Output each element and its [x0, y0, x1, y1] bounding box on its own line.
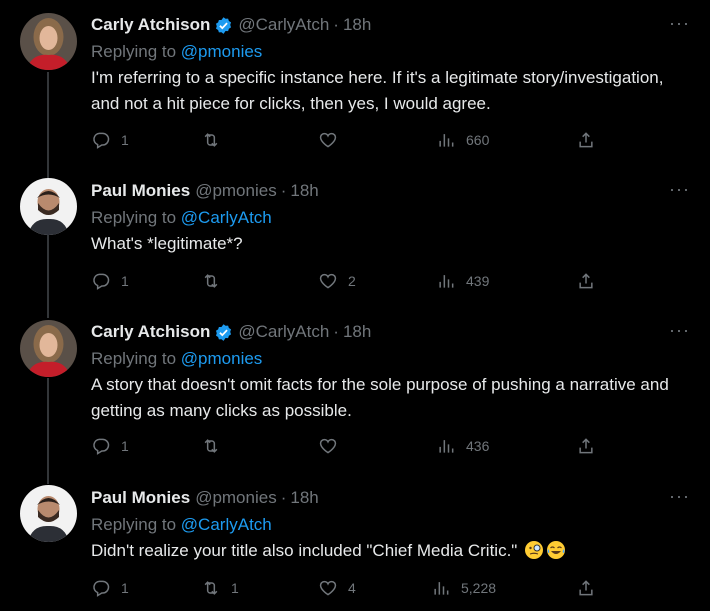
separator: ·	[280, 181, 287, 200]
avatar[interactable]	[20, 13, 77, 70]
like-button[interactable]: 2	[318, 271, 356, 291]
reply-button[interactable]: 1	[91, 436, 129, 456]
views-count: 436	[466, 438, 490, 454]
like-count: 2	[348, 273, 356, 289]
mention-link[interactable]: @CarlyAtch	[181, 208, 272, 227]
reply-count: 1	[121, 273, 129, 289]
views-button[interactable]: 660	[436, 130, 489, 150]
share-icon	[579, 273, 593, 289]
timestamp[interactable]: 18h	[343, 15, 371, 35]
reply-count: 1	[121, 438, 129, 454]
views-button[interactable]: 436	[436, 436, 489, 456]
handle[interactable]: @pmonies	[195, 181, 277, 201]
share-button[interactable]	[576, 130, 606, 150]
reply-button[interactable]: 1	[91, 578, 129, 598]
tweet-text: Didn't realize your title also included …	[91, 541, 518, 560]
handle[interactable]: @CarlyAtch	[238, 322, 329, 342]
tweet-text: What's *legitimate*?	[91, 234, 243, 253]
replying-to: Replying to @pmonies	[91, 40, 690, 64]
reply-button[interactable]: 1	[91, 271, 129, 291]
thread-line	[47, 378, 49, 484]
views-icon	[439, 275, 454, 288]
reply-icon	[93, 580, 110, 597]
share-icon	[579, 580, 593, 596]
tweet-text-container: Didn't realize your title also included …	[91, 538, 690, 564]
retweet-icon	[204, 274, 218, 288]
separator: ·	[280, 488, 287, 507]
retweet-button[interactable]	[201, 436, 231, 456]
reply-icon	[93, 273, 110, 290]
views-count: 5,228	[461, 580, 497, 596]
handle[interactable]: @pmonies	[195, 488, 277, 508]
monocle-face-emoji	[524, 540, 544, 560]
share-button[interactable]	[576, 271, 606, 291]
views-icon	[439, 440, 454, 453]
verified-badge-icon	[214, 323, 233, 342]
replying-to: Replying to @pmonies	[91, 347, 690, 371]
tweet-text: I'm referring to a specific instance her…	[91, 68, 664, 113]
like-button[interactable]	[318, 436, 348, 456]
share-button[interactable]	[576, 578, 606, 598]
retweet-button[interactable]	[201, 130, 231, 150]
tweet[interactable]: Carly Atchison @CarlyAtch · 18h ··· Repl…	[0, 0, 710, 180]
replying-to: Replying to @CarlyAtch	[91, 206, 690, 230]
share-button[interactable]	[576, 436, 606, 456]
views-count: 660	[466, 132, 490, 148]
reply-icon	[93, 132, 110, 149]
share-icon	[579, 438, 593, 454]
mention-link[interactable]: @pmonies	[181, 349, 263, 368]
share-icon	[579, 132, 593, 148]
like-icon	[319, 273, 337, 289]
replying-prefix: Replying to	[91, 349, 177, 368]
reply-count: 1	[121, 580, 129, 596]
replying-prefix: Replying to	[91, 208, 177, 227]
reply-icon	[93, 438, 110, 455]
mention-link[interactable]: @pmonies	[181, 42, 263, 61]
like-button[interactable]: 4	[318, 578, 356, 598]
like-button[interactable]	[318, 130, 348, 150]
views-icon	[439, 134, 454, 147]
timestamp[interactable]: 18h	[290, 488, 318, 508]
replying-prefix: Replying to	[91, 42, 177, 61]
more-options-icon[interactable]: ···	[669, 13, 690, 34]
views-button[interactable]: 439	[436, 271, 489, 291]
verified-badge-icon	[214, 16, 233, 35]
timestamp[interactable]: 18h	[343, 322, 371, 342]
timestamp[interactable]: 18h	[290, 181, 318, 201]
like-icon	[319, 580, 337, 596]
separator: ·	[333, 322, 339, 341]
views-button[interactable]: 5,228	[431, 578, 496, 598]
replying-to: Replying to @CarlyAtch	[91, 513, 690, 537]
tears-of-joy-emoji	[546, 540, 566, 560]
display-name[interactable]: Carly Atchison	[91, 322, 210, 342]
reply-button[interactable]: 1	[91, 130, 129, 150]
retweet-icon	[204, 133, 218, 147]
display-name[interactable]: Carly Atchison	[91, 15, 210, 35]
mention-link[interactable]: @CarlyAtch	[181, 515, 272, 534]
retweet-button[interactable]	[201, 271, 231, 291]
more-options-icon[interactable]: ···	[669, 179, 690, 200]
more-options-icon[interactable]: ···	[669, 486, 690, 507]
retweet-count: 1	[231, 580, 239, 596]
replying-prefix: Replying to	[91, 515, 177, 534]
separator: ·	[333, 15, 339, 34]
like-count: 4	[348, 580, 356, 596]
like-icon	[319, 438, 337, 454]
reply-count: 1	[121, 132, 129, 148]
retweet-icon	[204, 581, 218, 595]
more-options-icon[interactable]: ···	[669, 320, 690, 341]
display-name[interactable]: Paul Monies	[91, 181, 190, 201]
retweet-icon	[204, 439, 218, 453]
like-icon	[319, 132, 337, 148]
tweet-text: A story that doesn't omit facts for the …	[91, 375, 669, 420]
display-name[interactable]: Paul Monies	[91, 488, 190, 508]
handle[interactable]: @CarlyAtch	[238, 15, 329, 35]
views-icon	[434, 582, 449, 595]
retweet-button[interactable]: 1	[201, 578, 239, 598]
avatar[interactable]	[20, 320, 77, 377]
avatar[interactable]	[20, 485, 77, 542]
views-count: 439	[466, 273, 490, 289]
avatar[interactable]	[20, 178, 77, 235]
